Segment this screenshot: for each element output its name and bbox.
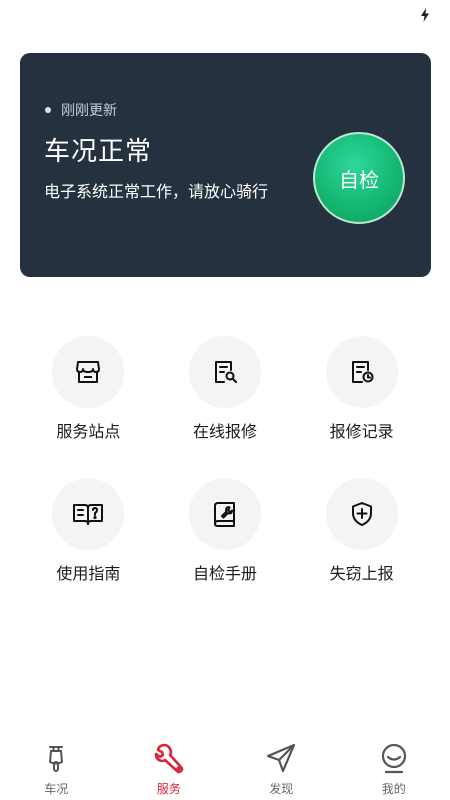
service-label: 使用指南 [56,564,121,583]
user-guide-circle [52,478,125,550]
scooter-icon [49,746,64,772]
online-repair-circle [188,336,261,408]
tab-vehicle-icon-wrap [40,742,72,774]
tab-label: 车况 [44,782,69,796]
self-check-button[interactable]: 自检 [313,132,405,224]
service-grid: 服务站点 在线报修 报修记录 使用指南 自检手册 失窃上报 [20,336,430,584]
service-station[interactable]: 服务站点 [20,336,157,442]
online-repair[interactable]: 在线报修 [157,336,294,442]
guide-book-icon [73,504,104,525]
tab-label: 发现 [269,782,294,796]
record-history-icon [351,361,374,383]
tab-profile-icon-wrap [378,742,410,774]
update-status: 刚刚更新 [45,100,117,120]
repair-records[interactable]: 报修记录 [293,336,430,442]
service-label: 在线报修 [192,422,257,441]
service-label: 服务站点 [56,422,121,441]
vehicle-status-description: 电子系统正常工作，请放心骑行 [44,182,269,201]
self-check-manual[interactable]: 自检手册 [157,478,294,584]
navigation-arrow-icon [267,743,296,773]
tab-label: 我的 [381,782,406,796]
tab-profile[interactable]: 我的 [354,734,434,797]
update-text: 刚刚更新 [61,103,117,119]
theft-report-circle [325,478,398,550]
vehicle-status-title: 车况正常 [44,137,153,167]
repair-records-circle [325,336,398,408]
tab-discover[interactable]: 发现 [241,734,321,797]
vehicle-status-card: 刚刚更新 车况正常 电子系统正常工作，请放心骑行 自检 [20,53,431,277]
tab-label: 服务 [156,782,181,796]
tab-discover-icon-wrap [265,742,297,774]
tab-vehicle[interactable]: 车况 [16,734,96,797]
store-icon [76,361,101,383]
service-screen: 刚刚更新 车况正常 电子系统正常工作，请放心骑行 自检 服务站点 在线报修 报修… [0,0,450,800]
self-check-manual-circle [188,478,261,550]
manual-book-icon [213,502,235,527]
update-dot [45,107,51,113]
repair-document-icon [214,361,237,383]
wrench-icon [154,743,184,774]
charging-bolt-icon [421,8,429,22]
bottom-tab-bar: 车况 服务 发现 我的 [0,734,450,800]
service-label: 失窃上报 [329,564,394,583]
service-label: 报修记录 [329,422,394,441]
status-bar [0,0,450,30]
service-station-circle [52,336,125,408]
service-label: 自检手册 [192,564,257,583]
theft-report[interactable]: 失窃上报 [293,478,430,584]
tab-service[interactable]: 服务 [129,734,209,797]
tab-service-icon-wrap [153,742,185,774]
shield-plus-icon [351,502,372,526]
user-guide[interactable]: 使用指南 [20,478,157,584]
smiley-profile-icon [381,743,406,774]
